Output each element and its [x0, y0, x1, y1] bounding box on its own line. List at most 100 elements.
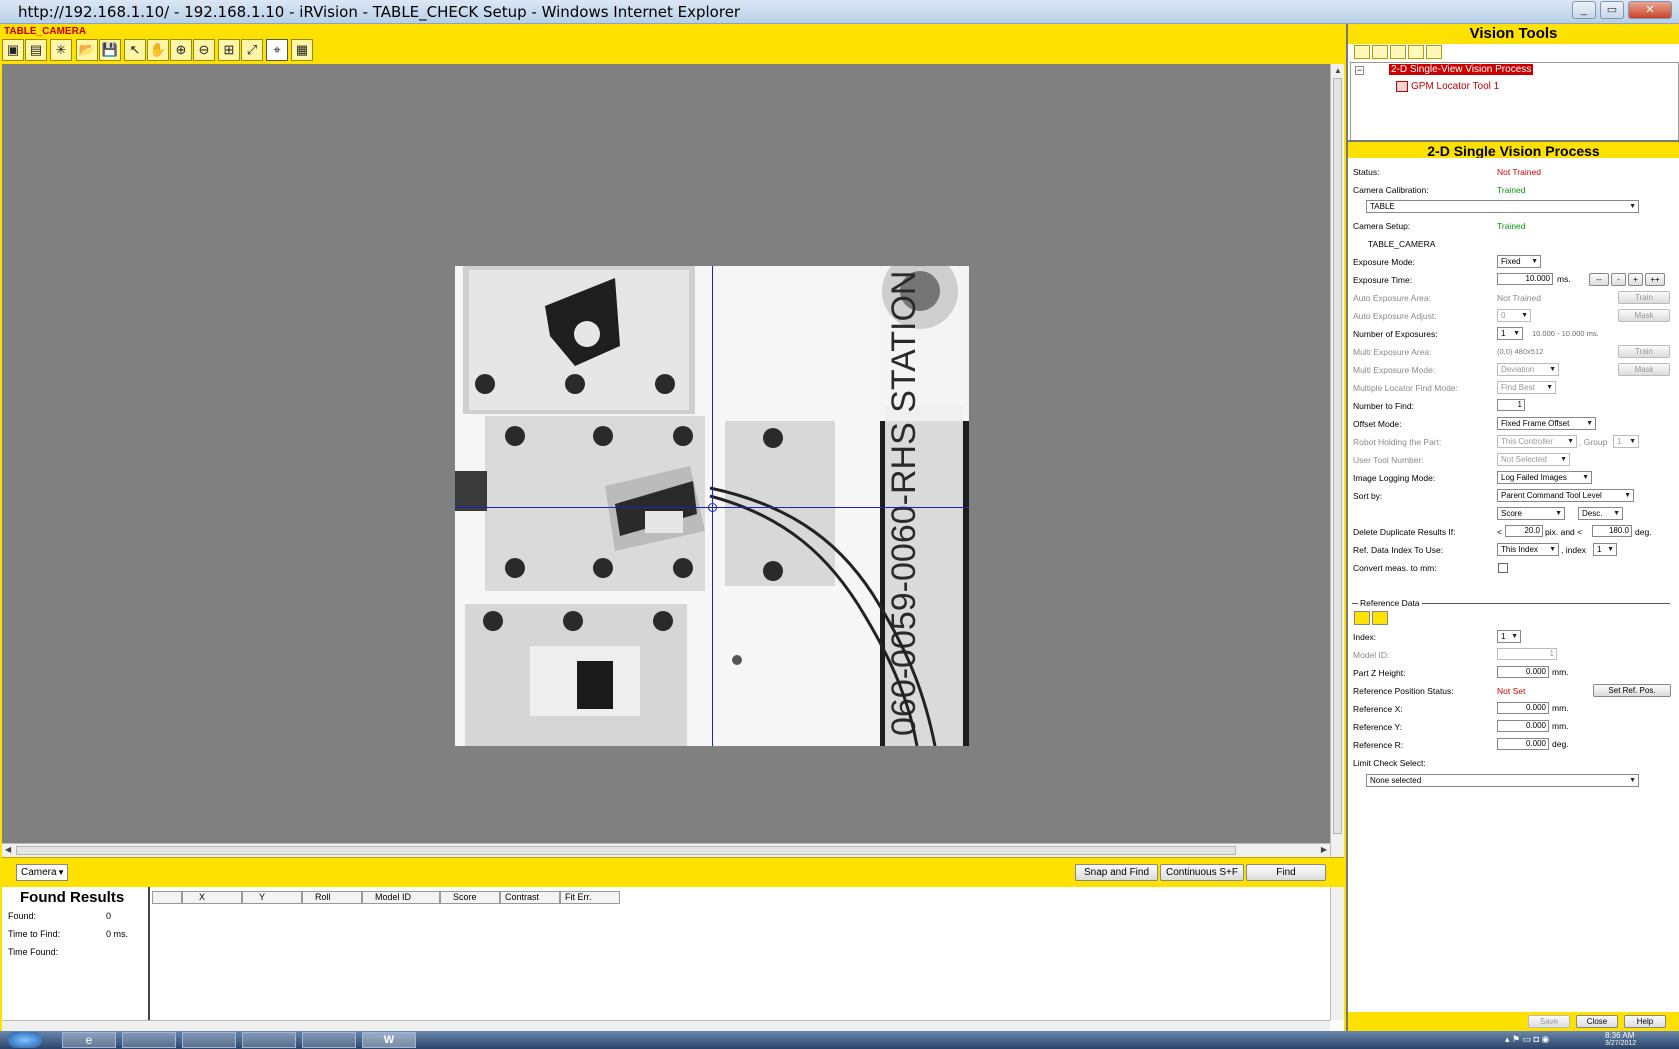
- multi-exposure-train-button[interactable]: Train: [1618, 345, 1670, 358]
- convert-mm-checkbox[interactable]: [1498, 563, 1508, 573]
- camera-calibration-select[interactable]: TABLE ▼: [1366, 200, 1639, 213]
- start-button-icon[interactable]: [8, 1032, 42, 1048]
- auto-exposure-mask-button[interactable]: Mask: [1618, 309, 1670, 322]
- zoom-fit-icon[interactable]: ⊞: [218, 39, 240, 61]
- clock-time[interactable]: 8:36 AM: [1605, 1031, 1634, 1040]
- col-header-model-id[interactable]: Model ID: [362, 891, 440, 904]
- internet-explorer-icon[interactable]: e: [62, 1032, 116, 1048]
- snap-and-find-button[interactable]: Snap and Find: [1075, 864, 1158, 881]
- ref-data-index-select[interactable]: This Index ▼: [1497, 543, 1559, 556]
- close-button[interactable]: Close: [1576, 1015, 1618, 1028]
- save-button[interactable]: Save: [1528, 1015, 1570, 1028]
- roboguide-icon[interactable]: [242, 1032, 296, 1048]
- delete-tool-icon[interactable]: [1390, 45, 1406, 59]
- exposure-increase-large-button[interactable]: ++: [1645, 273, 1665, 286]
- tray-icons[interactable]: ▴ ⚑ ▭ ◘ ◉: [1505, 1034, 1549, 1045]
- limit-check-select-value: None selected: [1370, 776, 1422, 785]
- word-icon[interactable]: W: [362, 1032, 416, 1048]
- set-ref-pos-button[interactable]: Set Ref. Pos.: [1593, 684, 1671, 697]
- col-header-contrast[interactable]: Contrast: [500, 891, 560, 904]
- continuous-snap-find-button[interactable]: Continuous S+F: [1160, 864, 1244, 881]
- ref-index-select[interactable]: 1 ▼: [1497, 630, 1521, 643]
- help-button[interactable]: Help: [1624, 1015, 1666, 1028]
- multi-exposure-mask-button[interactable]: Mask: [1618, 363, 1670, 376]
- sort-key-value: Score: [1501, 509, 1522, 518]
- zoom-in-icon[interactable]: ⊕: [170, 39, 192, 61]
- collapse-icon[interactable]: −: [1355, 66, 1364, 75]
- exposure-decrease-large-button[interactable]: --: [1589, 273, 1609, 286]
- tree-node-gpm-locator[interactable]: GPM Locator Tool 1: [1411, 81, 1499, 92]
- move-up-icon[interactable]: [1408, 45, 1424, 59]
- save-icon[interactable]: 💾: [99, 39, 121, 61]
- zoom-out-icon[interactable]: ⊖: [193, 39, 215, 61]
- offset-mode-select[interactable]: Fixed Frame Offset ▼: [1497, 417, 1596, 430]
- part-z-height-input[interactable]: 0.000: [1497, 666, 1549, 678]
- new-tool-icon[interactable]: [1354, 45, 1370, 59]
- zoom-window-icon[interactable]: ⤢: [241, 39, 263, 61]
- results-vertical-scrollbar[interactable]: [1330, 887, 1344, 1020]
- sort-by-select[interactable]: Parent Command Tool Level ▼: [1497, 489, 1634, 502]
- multi-exposure-mode-select[interactable]: Deviation ▼: [1497, 363, 1559, 376]
- move-down-icon[interactable]: [1426, 45, 1442, 59]
- sort-direction-select[interactable]: Desc. ▼: [1578, 507, 1623, 520]
- duplicate-pixel-input[interactable]: 20.0: [1505, 525, 1543, 537]
- exposure-mode-select[interactable]: Fixed ▼: [1497, 255, 1541, 268]
- col-header-y[interactable]: Y: [242, 891, 302, 904]
- horizontal-scroll-thumb[interactable]: [16, 846, 1236, 855]
- exposure-increase-button[interactable]: +: [1628, 273, 1643, 286]
- vertical-scroll-thumb[interactable]: [1333, 78, 1342, 834]
- camera-select[interactable]: Camera ▼: [16, 864, 68, 881]
- auto-exposure-train-button[interactable]: Train: [1618, 291, 1670, 304]
- minimize-button[interactable]: _: [1572, 1, 1596, 19]
- acrobat-icon[interactable]: [302, 1032, 356, 1048]
- auto-exposure-adjust-select[interactable]: 0 ▼: [1497, 309, 1531, 322]
- pan-icon[interactable]: ✋: [147, 39, 169, 61]
- copy-tool-icon[interactable]: [1372, 45, 1388, 59]
- limit-check-select[interactable]: None selected ▼: [1366, 774, 1639, 787]
- col-header-roll[interactable]: Roll: [302, 891, 362, 904]
- reference-r-input[interactable]: 0.000: [1497, 738, 1549, 750]
- col-header-index[interactable]: [152, 891, 182, 904]
- user-tool-number-select[interactable]: Not Selected ▼: [1497, 453, 1570, 466]
- col-header-x[interactable]: X: [182, 891, 242, 904]
- tree-node-vision-process[interactable]: 2-D Single-View Vision Process: [1389, 64, 1534, 75]
- reference-x-input[interactable]: 0.000: [1497, 702, 1549, 714]
- index-select[interactable]: 1 ▼: [1593, 543, 1617, 556]
- col-header-score[interactable]: Score: [440, 891, 500, 904]
- image-logging-mode-select[interactable]: Log Failed Images ▼: [1497, 471, 1592, 484]
- pointer-icon[interactable]: ↖: [124, 39, 146, 61]
- number-to-find-input[interactable]: 1: [1497, 399, 1525, 411]
- live-camera-icon[interactable]: ▣: [2, 39, 24, 61]
- exposure-range: 10.000 - 10.000 ms.: [1532, 329, 1599, 338]
- stop-camera-icon[interactable]: ▤: [25, 39, 47, 61]
- camera-name-label: TABLE_CAMERA: [4, 26, 87, 37]
- horizontal-scrollbar[interactable]: ◀ ▶: [2, 843, 1330, 857]
- group-select[interactable]: 1 ▼: [1613, 435, 1639, 448]
- delete-reference-icon[interactable]: [1372, 611, 1388, 625]
- maximize-button[interactable]: ▭: [1600, 1, 1624, 19]
- status-label: Status:: [1353, 167, 1380, 177]
- multiple-locator-find-mode-select[interactable]: Find Best ▼: [1497, 381, 1556, 394]
- exposure-mode-value: Fixed: [1501, 257, 1521, 266]
- find-button[interactable]: Find: [1246, 864, 1326, 881]
- col-header-fit-error[interactable]: Fit Err.: [560, 891, 620, 904]
- reference-y-input[interactable]: 0.000: [1497, 720, 1549, 732]
- number-of-exposures-select[interactable]: 1 ▼: [1497, 327, 1523, 340]
- explorer-icon[interactable]: [122, 1032, 176, 1048]
- exposure-time-input[interactable]: 10.000: [1497, 273, 1553, 285]
- snap-icon[interactable]: ✳: [50, 39, 72, 61]
- robot-holding-part-select[interactable]: This Controller ▼: [1497, 435, 1577, 448]
- model-id-input[interactable]: 1: [1497, 648, 1557, 660]
- outlook-icon[interactable]: [182, 1032, 236, 1048]
- vertical-scrollbar[interactable]: ▲ ▼: [1330, 64, 1344, 870]
- sort-key-select[interactable]: Score ▼: [1497, 507, 1565, 520]
- exposure-decrease-button[interactable]: -: [1611, 273, 1626, 286]
- clock-date[interactable]: 3/27/2012: [1605, 1040, 1636, 1047]
- crosshair-icon[interactable]: ⌖: [266, 39, 288, 61]
- new-reference-icon[interactable]: [1354, 611, 1370, 625]
- close-window-button[interactable]: ✕: [1628, 1, 1672, 19]
- grid-icon[interactable]: ▦: [291, 39, 313, 61]
- duplicate-degree-input[interactable]: 180.0: [1592, 525, 1632, 537]
- open-icon[interactable]: 📂: [76, 39, 98, 61]
- image-display[interactable]: 060-0059-0060-RHS STATION 1: [2, 64, 1330, 843]
